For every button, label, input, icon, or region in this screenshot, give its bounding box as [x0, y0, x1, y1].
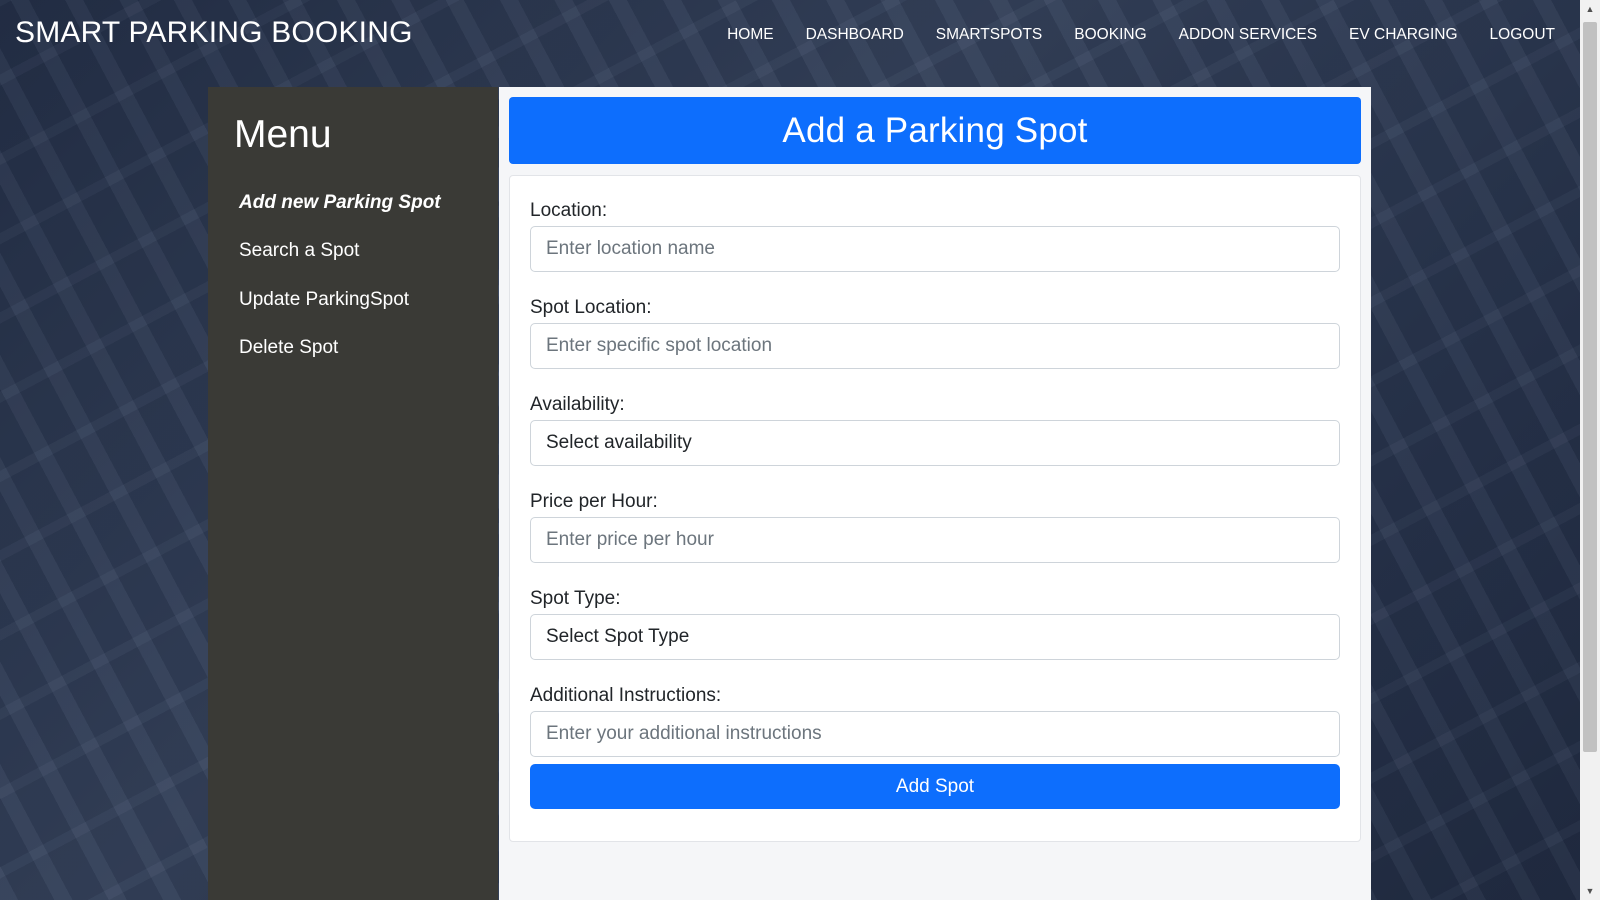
brand-title[interactable]: SMART PARKING BOOKING: [15, 16, 413, 50]
menu-title: Menu: [234, 113, 332, 156]
top-navbar: SMART PARKING BOOKING HOME DASHBOARD SMA…: [0, 0, 1580, 72]
nav-logout[interactable]: LOGOUT: [1490, 26, 1555, 44]
nav-home[interactable]: HOME: [727, 26, 774, 44]
price-label: Price per Hour:: [530, 491, 658, 512]
page-title: Add a Parking Spot: [782, 110, 1088, 150]
sidebar-item-add-new-parking-spot[interactable]: Add new Parking Spot: [239, 192, 441, 214]
price-input[interactable]: [530, 517, 1340, 563]
sidebar-menu: Menu Add new Parking Spot Search a Spot …: [208, 87, 498, 900]
location-input[interactable]: [530, 226, 1340, 272]
location-label: Location:: [530, 200, 608, 221]
add-spot-button[interactable]: Add Spot: [530, 764, 1340, 809]
page-scrollbar[interactable]: ▲ ▼: [1580, 0, 1600, 900]
scroll-up-arrow-icon[interactable]: ▲: [1580, 0, 1600, 18]
availability-select[interactable]: Select availability: [530, 420, 1340, 466]
spot-location-input[interactable]: [530, 323, 1340, 369]
add-spot-form: Location: Spot Location: Availability: S…: [509, 175, 1361, 842]
nav-dashboard[interactable]: DASHBOARD: [806, 26, 904, 44]
nav-addon-services[interactable]: ADDON SERVICES: [1179, 26, 1317, 44]
spot-type-select[interactable]: Select Spot Type: [530, 614, 1340, 660]
spot-type-label: Spot Type:: [530, 588, 621, 609]
spot-location-label: Spot Location:: [530, 297, 652, 318]
instructions-label: Additional Instructions:: [530, 685, 722, 706]
availability-label: Availability:: [530, 394, 625, 415]
nav-links: HOME DASHBOARD SMARTSPOTS BOOKING ADDON …: [695, 26, 1555, 44]
nav-ev-charging[interactable]: EV CHARGING: [1349, 26, 1458, 44]
instructions-input[interactable]: [530, 711, 1340, 757]
scroll-down-arrow-icon[interactable]: ▼: [1580, 882, 1600, 900]
main-panel: Add a Parking Spot Location: Spot Locati…: [499, 87, 1371, 900]
sidebar-item-delete-spot[interactable]: Delete Spot: [239, 337, 338, 359]
nav-smartspots[interactable]: SMARTSPOTS: [936, 26, 1043, 44]
sidebar-item-search-a-spot[interactable]: Search a Spot: [239, 240, 359, 262]
scrollbar-thumb[interactable]: [1583, 22, 1597, 752]
page-title-bar: Add a Parking Spot: [509, 97, 1361, 164]
sidebar-item-update-parkingspot[interactable]: Update ParkingSpot: [239, 289, 409, 311]
nav-booking[interactable]: BOOKING: [1074, 26, 1146, 44]
